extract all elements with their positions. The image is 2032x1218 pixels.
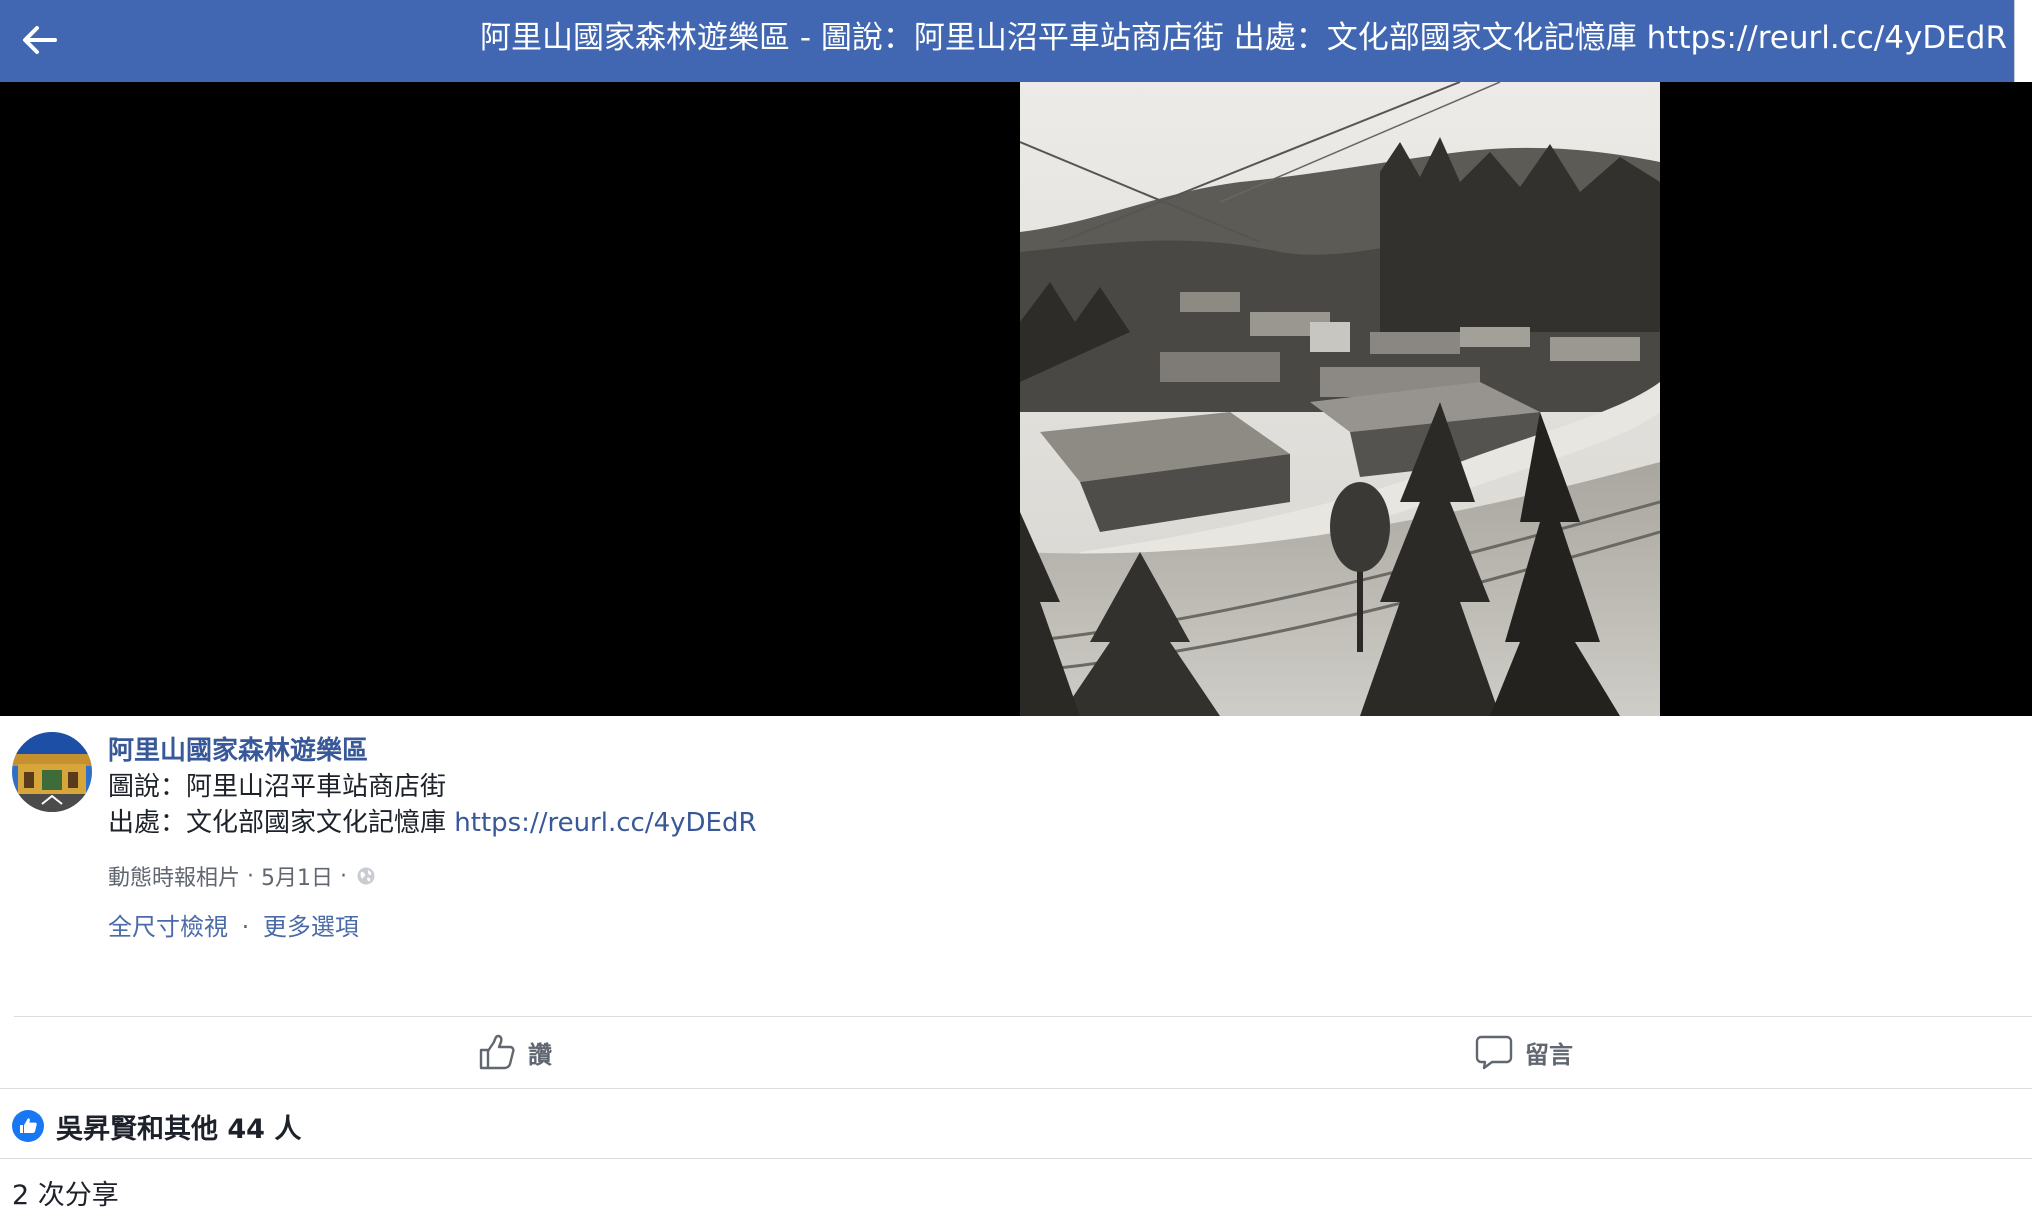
caption-source-link[interactable]: https://reurl.cc/4yDEdR [454, 808, 756, 838]
photo-options: 全尺寸檢視 · 更多選項 [108, 907, 359, 942]
divider-top [14, 1016, 2032, 1017]
caption-line-1: 圖說：阿里山沼平車站商店街 [108, 772, 447, 802]
globe-icon[interactable] [356, 866, 376, 886]
comment-bubble-icon [1475, 1035, 1513, 1070]
arrow-left-icon [23, 26, 57, 54]
caption-line-2: 出處：文化部國家文化記憶庫 https://reurl.cc/4yDEdR [108, 802, 757, 839]
like-label: 讚 [528, 1040, 552, 1069]
like-button[interactable]: 讚 [14, 1020, 1016, 1084]
more-options-link[interactable]: 更多選項 [263, 913, 359, 941]
post-meta: 動態時報相片 · 5月1日 · [108, 860, 376, 892]
avatar-image [12, 732, 92, 812]
photo-stage [0, 82, 2032, 716]
meta-separator: · [247, 863, 255, 889]
divider-bottom [0, 1158, 2032, 1159]
comment-label: 留言 [1525, 1040, 1573, 1069]
share-count[interactable]: 2 次分享 [12, 1173, 119, 1212]
back-button[interactable] [10, 10, 70, 70]
album-link[interactable]: 動態時報相片 [108, 860, 240, 892]
post-date-link[interactable]: 5月1日 [261, 860, 333, 892]
divider-middle [0, 1088, 2032, 1089]
thumbs-up-icon [479, 1034, 515, 1070]
like-badge-icon [12, 1110, 44, 1142]
page-name-link[interactable]: 阿里山國家森林遊樂區 [108, 730, 368, 767]
photo-title: 阿里山國家森林遊樂區 - 圖說：阿里山沼平車站商店街 出處：文化部國家文化記憶庫… [480, 20, 2007, 56]
reaction-summary: 吳昇賢和其他 44 人 [12, 1106, 301, 1146]
full-size-link[interactable]: 全尺寸檢視 [108, 913, 228, 941]
photo-viewer-header: 阿里山國家森林遊樂區 - 圖說：阿里山沼平車站商店街 出處：文化部國家文化記憶庫… [0, 0, 2032, 312]
meta-separator: · [340, 863, 348, 889]
comment-button[interactable]: 留言 [1016, 1020, 2032, 1084]
reaction-count-text[interactable]: 吳昇賢和其他 44 人 [56, 1107, 301, 1146]
options-separator: · [241, 913, 250, 941]
historic-photo[interactable] [1020, 82, 1660, 716]
photo-image [1020, 82, 1660, 716]
page-avatar[interactable] [12, 732, 92, 812]
caption-source-text: 出處：文化部國家文化記憶庫 [108, 808, 455, 838]
